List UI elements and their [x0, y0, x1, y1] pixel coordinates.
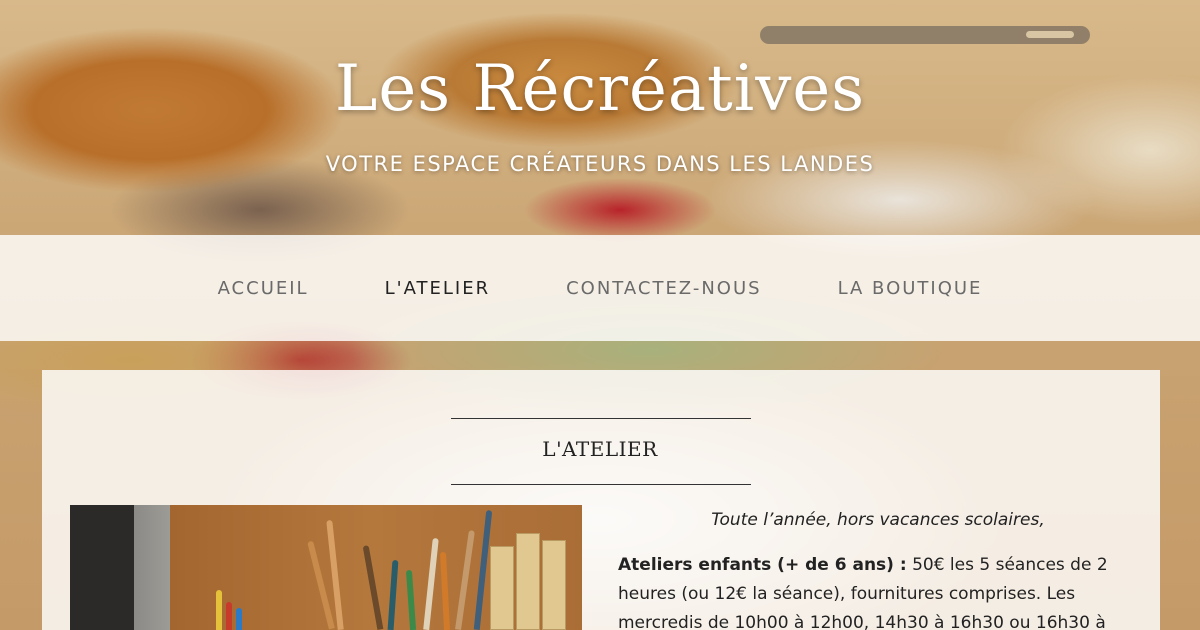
pencil-shape [216, 590, 222, 630]
brush-shape [387, 559, 399, 630]
ruler-shape [490, 546, 514, 630]
weaving-tool-decoration [760, 26, 1090, 44]
brush-shape [362, 545, 384, 630]
title-rule-bottom [451, 484, 751, 485]
pencil-shape [236, 608, 242, 630]
nav-item-la-boutique[interactable]: LA BOUTIQUE [838, 278, 983, 299]
ruler-shape [516, 533, 540, 630]
nav-item-contactez-nous[interactable]: CONTACTEZ-NOUS [566, 278, 761, 299]
brush-shape [439, 551, 451, 630]
ateliers-enfants-paragraph: Ateliers enfants (+ de 6 ans) : 50€ les … [618, 551, 1138, 630]
page: Les Récréatives VOTRE ESPACE CRÉATEURS D… [0, 0, 1200, 630]
brush-shape [405, 569, 417, 630]
ateliers-enfants-label: Ateliers enfants (+ de 6 ans) : [618, 555, 907, 575]
site-title[interactable]: Les Récréatives [0, 52, 1200, 126]
nav-item-accueil[interactable]: ACCUEIL [218, 278, 309, 299]
intro-text: Toute l’année, hors vacances scolaires, [711, 510, 1045, 530]
brush-shape [423, 537, 439, 630]
title-rule-top [451, 418, 751, 419]
atelier-description: Toute l’année, hors vacances scolaires, … [618, 506, 1138, 630]
brush-shape [455, 530, 475, 630]
main-navigation: ACCUEIL L'ATELIER CONTACTEZ-NOUS LA BOUT… [0, 235, 1200, 341]
ruler-shape [542, 540, 566, 630]
page-title: L'ATELIER [542, 437, 658, 461]
pencil-shape [226, 602, 232, 630]
atelier-photo [70, 505, 582, 630]
site-tagline: VOTRE ESPACE CRÉATEURS DANS LES LANDES [325, 152, 875, 176]
nav-item-atelier[interactable]: L'ATELIER [385, 278, 490, 299]
